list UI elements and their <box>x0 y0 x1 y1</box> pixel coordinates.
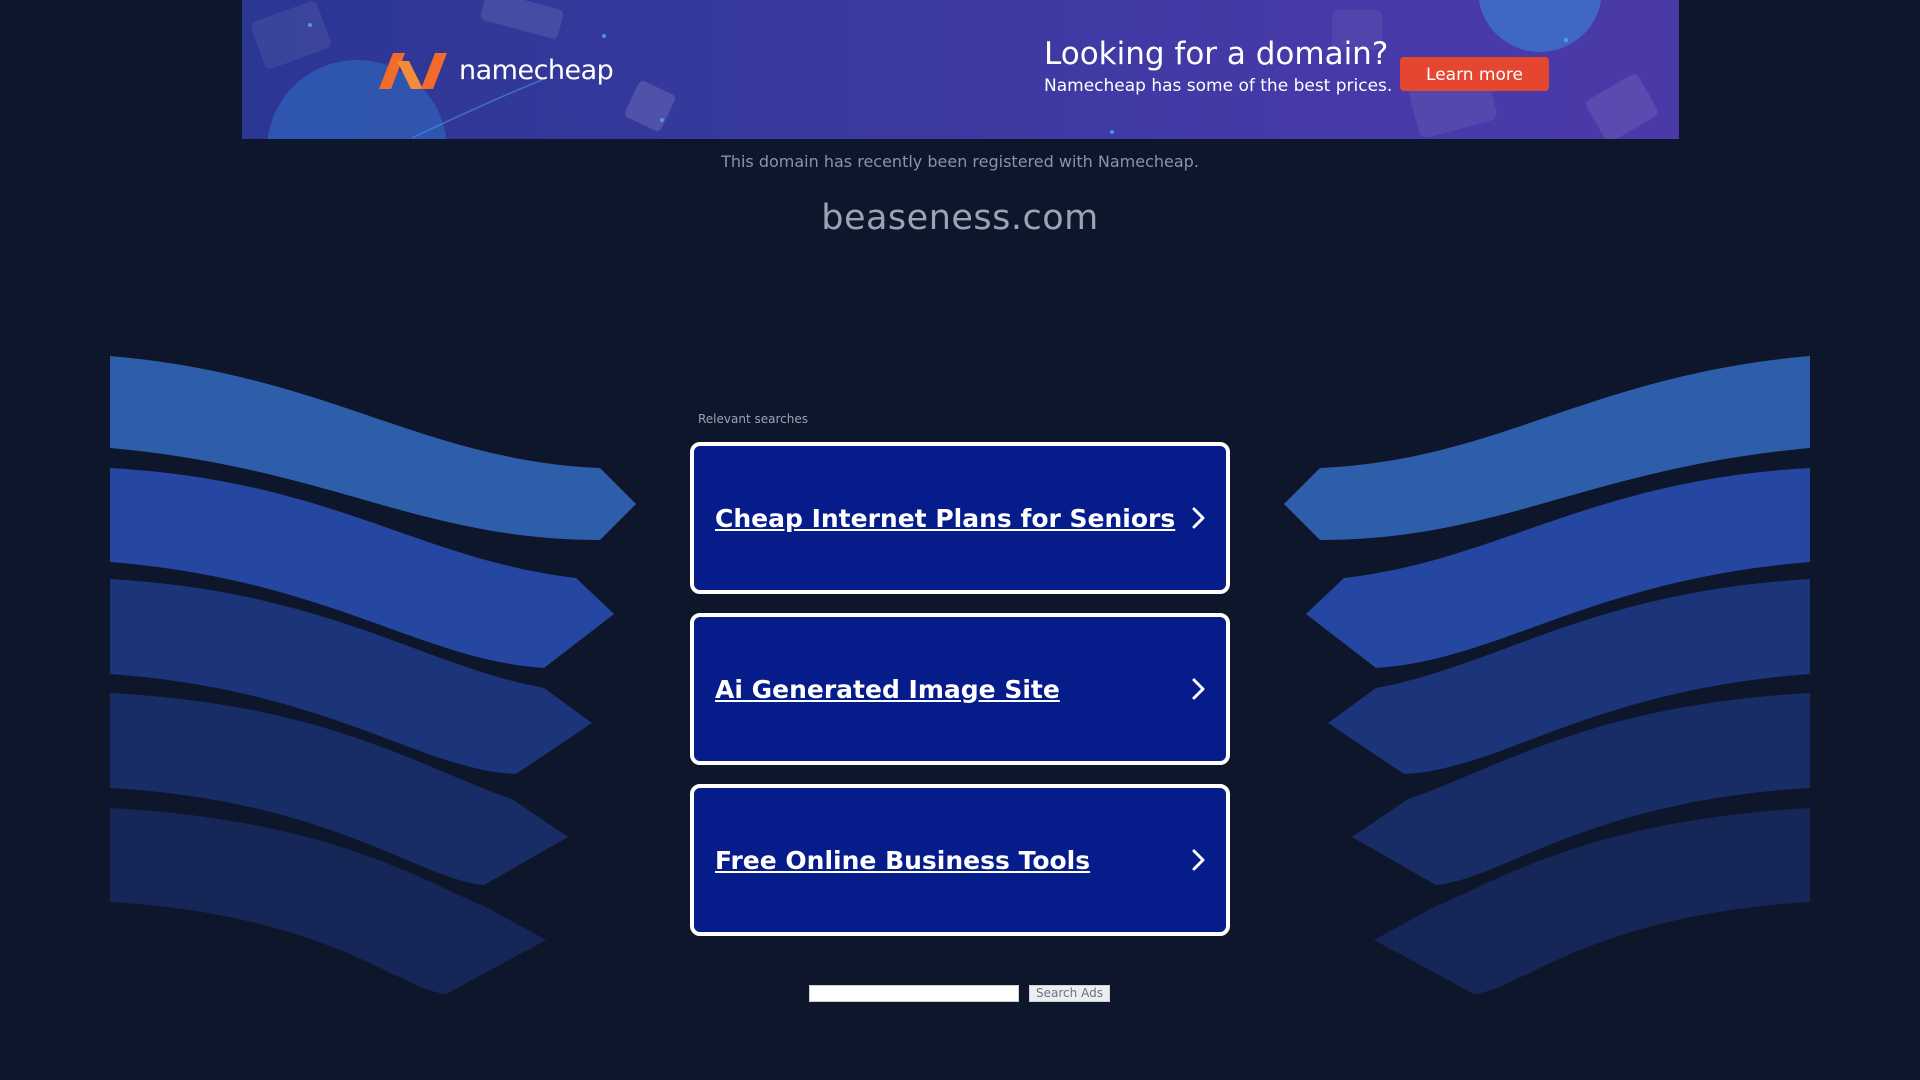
banner-shape-5 <box>1586 74 1658 139</box>
learn-more-button[interactable]: Learn more <box>1400 57 1549 91</box>
banner-dot-3 <box>660 118 664 122</box>
relevant-searches-label: Relevant searches <box>698 412 808 426</box>
ad-headline: Looking for a domain? <box>1044 36 1389 72</box>
namecheap-logo: namecheap <box>377 46 614 94</box>
chevron-right-icon <box>1192 678 1205 700</box>
search-result-link[interactable]: Free Online Business Tools <box>715 846 1090 875</box>
ad-copy: Looking for a domain? Namecheap has some… <box>1044 34 1392 98</box>
search-result-card[interactable]: Ai Generated Image Site <box>690 613 1230 765</box>
banner-dot-5 <box>1110 130 1114 134</box>
ribbons-right <box>1284 356 1810 994</box>
banner-dot-2 <box>602 34 606 38</box>
search-ads-input[interactable] <box>809 985 1019 1002</box>
registered-note: This domain has recently been registered… <box>721 152 1199 171</box>
banner-blob-right <box>1478 0 1602 52</box>
banner-shape-1 <box>251 1 331 69</box>
banner-dot-4 <box>1564 38 1568 42</box>
banner-dot-1 <box>308 23 312 27</box>
domain-title: beaseness.com <box>821 198 1099 238</box>
banner-shape-3 <box>625 81 675 131</box>
search-ads-button[interactable]: Search Ads <box>1029 985 1110 1002</box>
ad-subline: Namecheap has some of the best prices. <box>1044 76 1393 96</box>
search-result-card[interactable]: Free Online Business Tools <box>690 784 1230 936</box>
search-result-card[interactable]: Cheap Internet Plans for Seniors <box>690 442 1230 594</box>
chevron-right-icon <box>1192 507 1205 529</box>
chevron-right-icon <box>1192 849 1205 871</box>
ribbons-left <box>110 356 636 994</box>
search-result-link[interactable]: Ai Generated Image Site <box>715 675 1060 704</box>
banner-shape-2 <box>480 0 564 39</box>
search-result-link[interactable]: Cheap Internet Plans for Seniors <box>715 504 1175 533</box>
namecheap-ad-banner[interactable]: namecheap Looking for a domain? Namechea… <box>242 0 1679 139</box>
namecheap-n-icon <box>379 53 447 89</box>
namecheap-wordmark: namecheap <box>459 54 614 86</box>
